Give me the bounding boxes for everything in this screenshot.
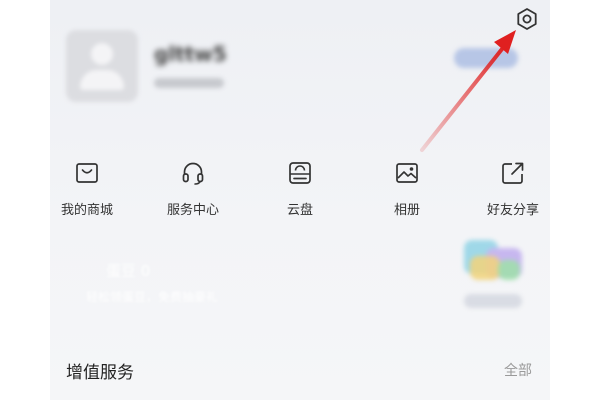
beans-card[interactable]: 蛋豆 0 轻松领蛋豆，免费抽豪礼 <box>66 230 536 320</box>
beans-title: 蛋豆 0 <box>106 262 151 280</box>
beans-subtitle: 轻松领蛋豆，免费抽豪礼 <box>86 290 219 304</box>
services-view-all-link[interactable]: 全部 <box>504 360 532 380</box>
beans-action-button-blurred[interactable] <box>464 294 522 308</box>
shortcut-label: 服务中心 <box>166 203 219 218</box>
username: glttw5 <box>154 42 227 66</box>
shortcut-label: 云盘 <box>286 203 313 218</box>
shortcut-photo-album[interactable]: 相册 <box>367 160 447 220</box>
headset-icon <box>182 162 204 185</box>
member-badge-blurred[interactable] <box>454 48 518 68</box>
account-screen: glttw5 我的商城 服务中心 云盘 相册 好友分享 蛋豆 0 轻松领蛋豆，免… <box>50 0 550 400</box>
shortcut-row: 我的商城 服务中心 云盘 相册 好友分享 <box>50 160 550 220</box>
mall-bag-icon <box>76 163 98 183</box>
shortcut-label: 我的商城 <box>60 203 113 218</box>
share-icon <box>502 162 524 184</box>
account-id-blurred <box>154 78 224 88</box>
shortcut-label: 好友分享 <box>486 203 539 218</box>
shortcut-my-mall[interactable]: 我的商城 <box>50 160 127 220</box>
settings-button[interactable] <box>514 6 540 32</box>
avatar-body-shape <box>80 70 124 90</box>
shortcut-service-center[interactable]: 服务中心 <box>153 160 233 220</box>
avatar-head-shape <box>91 43 113 65</box>
shortcut-cloud-drive[interactable]: 云盘 <box>260 160 340 220</box>
beans-illustration <box>458 234 530 290</box>
cloud-drive-icon <box>289 162 311 184</box>
settings-gear-icon <box>517 8 537 30</box>
photo-album-icon <box>396 163 418 183</box>
shortcut-label: 相册 <box>393 203 420 218</box>
shortcut-share-friends[interactable]: 好友分享 <box>473 160 550 220</box>
services-section-title: 增值服务 <box>66 363 134 383</box>
avatar[interactable] <box>66 30 138 102</box>
